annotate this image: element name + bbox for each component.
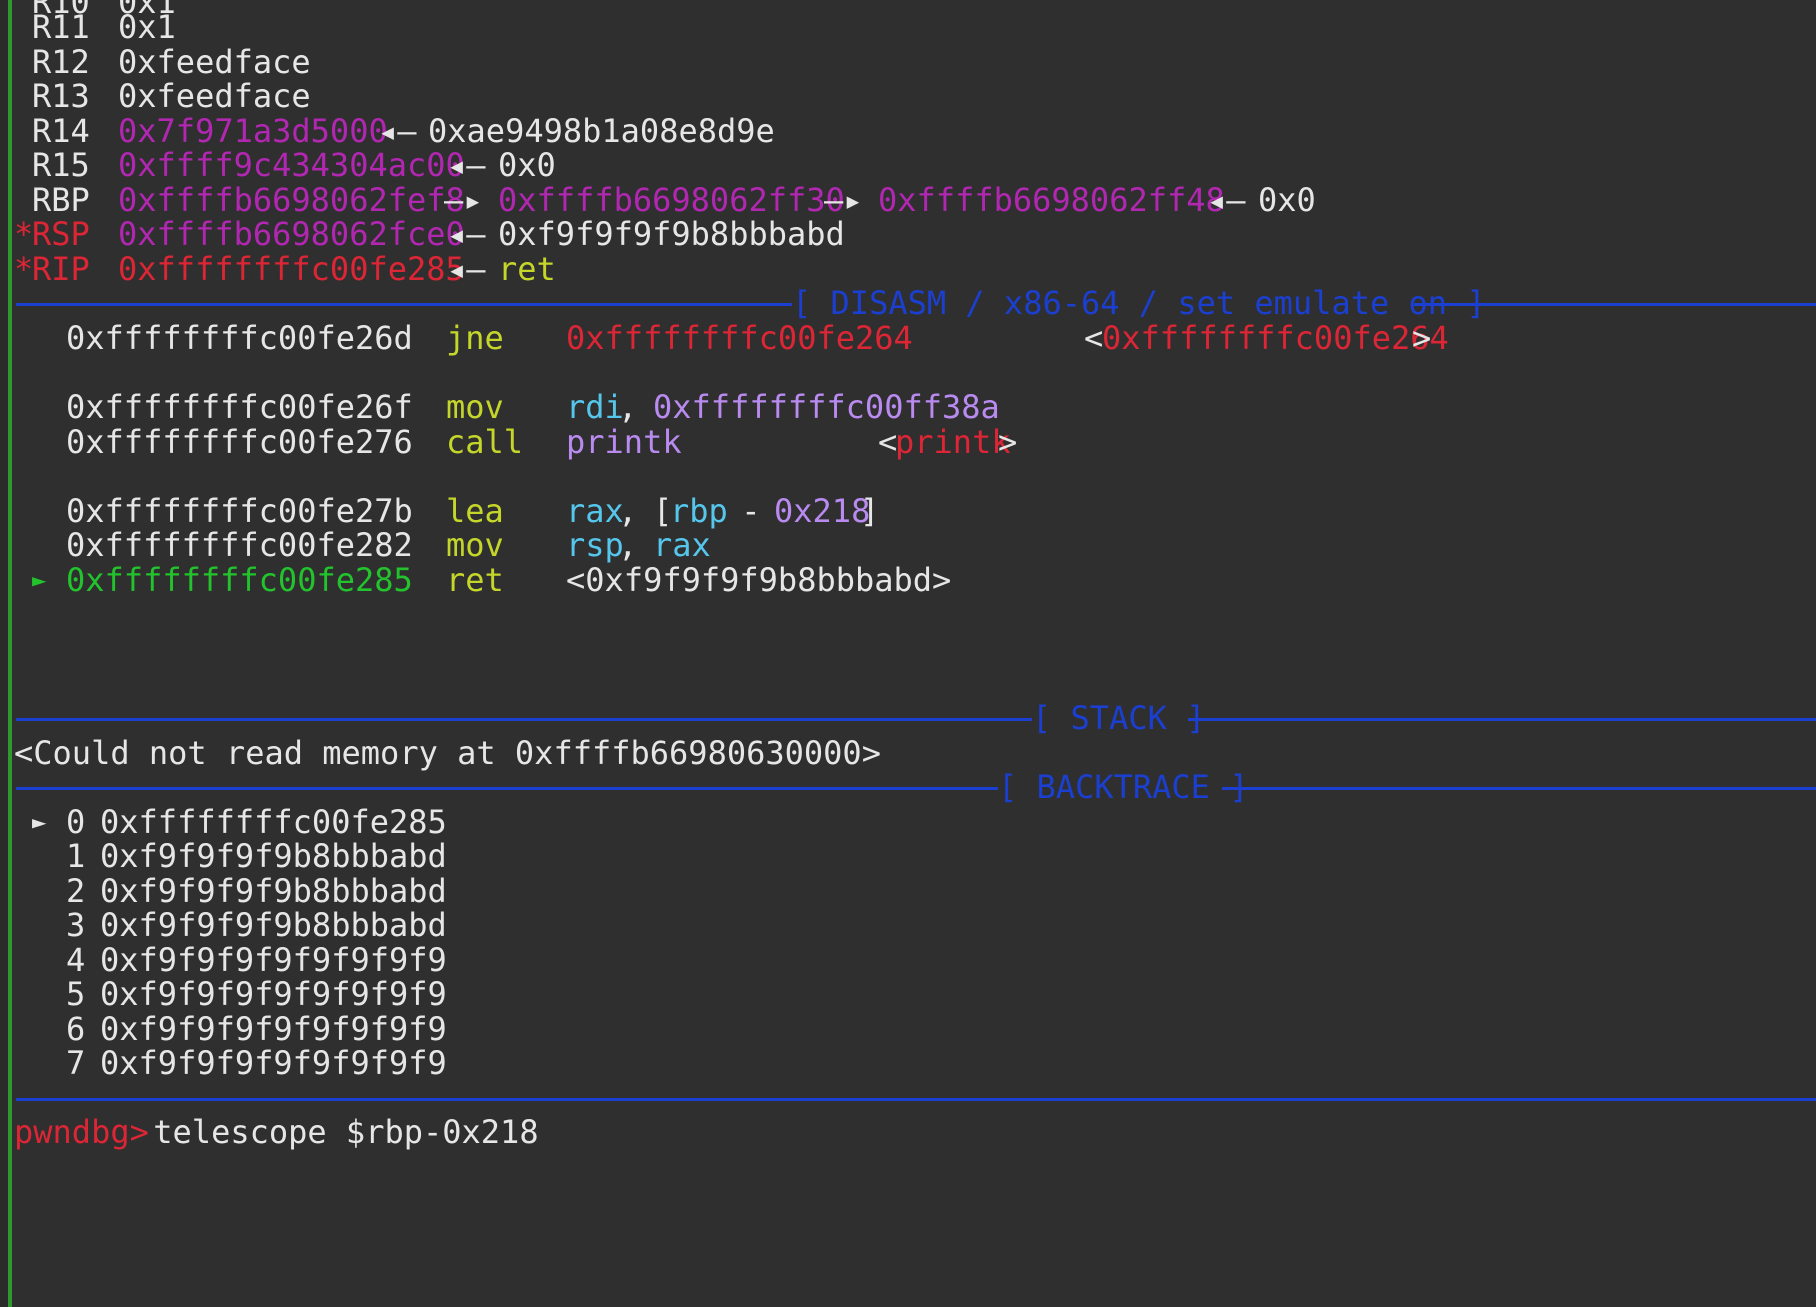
register-name: R15 xyxy=(32,146,90,184)
register-name: RSP xyxy=(32,215,90,253)
disasm-separator: [ DISASM / x86-64 / set emulate on ] xyxy=(16,283,1816,323)
instruction-mnemonic: call xyxy=(446,423,524,461)
instruction-operand: <0xf9f9f9f9b8bbbabd> xyxy=(566,561,952,599)
instruction-address: 0xffffffffc00fe282 xyxy=(66,526,413,564)
separator-rule xyxy=(1222,787,1816,790)
backtrace-separator: [ BACKTRACE ] xyxy=(16,767,1816,807)
separator-rule xyxy=(16,303,792,306)
register-value: 0x1 xyxy=(118,8,176,46)
instruction-comment: 0xffffffffc00fe264 xyxy=(1102,319,1449,357)
frame-index: 3 xyxy=(66,906,86,944)
deref-target: 0xffffb6698062ff48 xyxy=(878,181,1225,219)
deref-target: 0x0 xyxy=(1258,181,1316,219)
deref-arrow: ◂— xyxy=(1207,181,1246,219)
backtrace-frame[interactable]: 7 0xf9f9f9f9f9f9f9f9 xyxy=(0,1043,447,1083)
register-value: 0xffff9c434304ac00 xyxy=(118,146,465,184)
register-name: R11 xyxy=(32,8,90,46)
separator-rule xyxy=(16,787,998,790)
comment-close: > xyxy=(998,423,1018,461)
frame-address: 0xf9f9f9f9f9f9f9f9 xyxy=(100,975,447,1013)
register-row-rsp: * RSP 0xffffb6698062fce0 ◂— 0xf9f9f9f9b8… xyxy=(0,214,845,254)
operand-separator: , xyxy=(618,388,657,426)
operand-minus: - xyxy=(722,492,780,530)
backtrace-header: [ BACKTRACE ] xyxy=(998,768,1249,806)
separator-rule xyxy=(1188,718,1816,721)
instruction-address: 0xffffffffc00fe276 xyxy=(66,423,413,461)
stack-header: [ STACK ] xyxy=(1032,699,1206,737)
register-row-r13: R13 0xfeedface xyxy=(0,76,311,116)
disasm-header: [ DISASM / x86-64 / set emulate on ] xyxy=(792,284,1486,322)
instruction-mnemonic: jne xyxy=(446,319,504,357)
operand-displacement: 0x218 xyxy=(774,492,871,530)
command-prompt-line[interactable]: pwndbg> telescope $rbp-0x218 xyxy=(0,1112,539,1152)
disasm-line[interactable]: 0xffffffffc00fe282 mov rsp , rax xyxy=(0,525,711,565)
operand-register: rdi xyxy=(566,388,624,426)
disasm-line[interactable]: 0xffffffffc00fe276 call printk < printk … xyxy=(0,422,1017,462)
instruction-address: 0xffffffffc00fe26d xyxy=(66,319,413,357)
modified-marker: * xyxy=(14,215,34,253)
deref-arrow: ◂— xyxy=(447,146,486,184)
frame-index: 5 xyxy=(66,975,86,1013)
register-value: 0xfeedface xyxy=(118,77,311,115)
instruction-mnemonic: mov xyxy=(446,526,504,564)
current-instruction-arrow-icon: ► xyxy=(32,566,47,594)
command-input[interactable]: telescope $rbp-0x218 xyxy=(134,1112,538,1152)
instruction-comment: printk xyxy=(895,423,1011,461)
instruction-mnemonic: ret xyxy=(446,561,504,599)
prompt-label: pwndbg> xyxy=(14,1113,149,1151)
instruction-operand: 0xffffffffc00fe264 xyxy=(566,319,913,357)
register-name: R13 xyxy=(32,77,90,115)
comment-open: < xyxy=(1084,319,1104,357)
pwndbg-terminal[interactable]: R10 0x1 R11 0x1 R12 0xfeedface R13 0xfee… xyxy=(0,0,1816,1307)
operand-register: rax xyxy=(653,526,711,564)
deref-arrow: ◂— xyxy=(447,215,486,253)
disasm-line[interactable]: 0xffffffffc00fe26d jne 0xffffffffc00fe26… xyxy=(0,318,1449,358)
frame-index: 7 xyxy=(66,1044,86,1082)
operand-function: printk xyxy=(566,423,682,461)
disasm-line[interactable]: 0xffffffffc00fe26f mov rdi , 0xffffffffc… xyxy=(0,387,1000,427)
operand-separator: , xyxy=(618,526,657,564)
disasm-line-current[interactable]: ► 0xffffffffc00fe285 ret <0xf9f9f9f9b8bb… xyxy=(0,560,951,600)
frame-address: 0xf9f9f9f9b8bbbabd xyxy=(100,906,447,944)
frame-address: 0xf9f9f9f9b8bbbabd xyxy=(100,837,447,875)
separator-rule xyxy=(16,718,1032,721)
separator-rule xyxy=(1414,303,1816,306)
instruction-address: 0xffffffffc00fe285 xyxy=(66,561,413,599)
operand-register: rsp xyxy=(566,526,624,564)
frame-address: 0xf9f9f9f9f9f9f9f9 xyxy=(100,1044,447,1082)
frame-index: 1 xyxy=(66,837,86,875)
register-row-r15: R15 0xffff9c434304ac00 ◂— 0x0 xyxy=(0,145,556,185)
register-value: 0xffffb6698062fce0 xyxy=(118,215,465,253)
backtrace-frame[interactable]: 3 0xf9f9f9f9b8bbbabd xyxy=(0,905,447,945)
operand-immediate: 0xffffffffc00ff38a xyxy=(653,388,1000,426)
register-row-r11: R11 0x1 xyxy=(0,7,176,47)
stack-separator: [ STACK ] xyxy=(16,698,1816,738)
operand-bracket-close: ] xyxy=(860,492,880,530)
separator-rule xyxy=(16,1098,1816,1101)
instruction-address: 0xffffffffc00fe26f xyxy=(66,388,413,426)
comment-close: > xyxy=(1412,319,1432,357)
backtrace-frame[interactable]: 5 0xf9f9f9f9f9f9f9f9 xyxy=(0,974,447,1014)
deref-target: 0x0 xyxy=(498,146,556,184)
deref-target: 0xf9f9f9f9b8bbbabd xyxy=(498,215,845,253)
backtrace-frame[interactable]: 1 0xf9f9f9f9b8bbbabd xyxy=(0,836,447,876)
instruction-mnemonic: mov xyxy=(446,388,504,426)
